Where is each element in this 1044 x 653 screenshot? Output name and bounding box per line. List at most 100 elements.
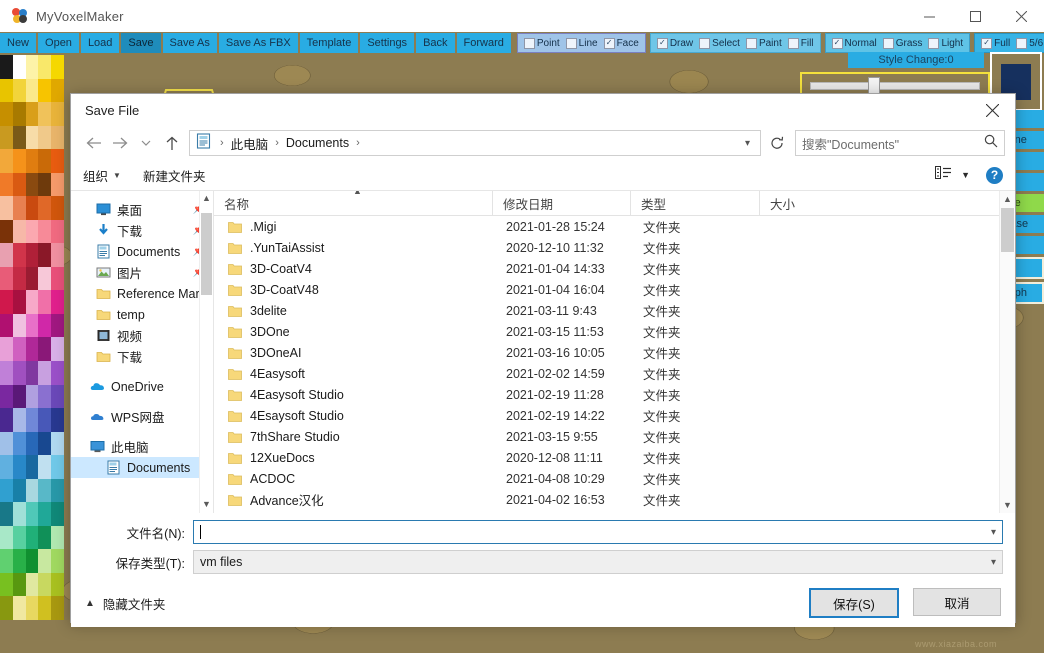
toolbar-button-save[interactable]: Save [121,33,160,53]
sidebar-item-documents[interactable]: Documents📌 [71,241,213,262]
palette-swatch[interactable] [51,267,64,291]
palette-swatch[interactable] [13,149,26,173]
checkbox-fill[interactable]: Fill [788,38,814,49]
palette-swatch[interactable] [13,243,26,267]
palette-swatch[interactable] [51,385,64,409]
toolbar-button-settings[interactable]: Settings [360,33,414,53]
column-header-type[interactable]: 类型 [631,191,760,215]
palette-swatch[interactable] [13,267,26,291]
chevron-down-icon[interactable]: ▾ [991,557,996,568]
table-row[interactable]: ACDOC2021-04-08 10:29文件夹 [214,468,1015,489]
palette-swatch[interactable] [13,479,26,503]
palette-swatch[interactable] [51,432,64,456]
palette-swatch[interactable] [26,196,39,220]
palette-swatch[interactable] [13,502,26,526]
palette-swatch[interactable] [13,385,26,409]
palette-swatch[interactable] [51,290,64,314]
palette-swatch[interactable] [38,220,51,244]
save-button[interactable]: 保存(S) [809,588,899,618]
checkbox-full[interactable]: ✓Full [981,38,1010,49]
palette-swatch[interactable] [38,408,51,432]
file-list[interactable]: 名称 ▲ 修改日期 类型 大小 .Migi2021-01-28 15:24文件夹… [213,191,1015,513]
palette-swatch[interactable] [51,596,64,620]
palette-swatch[interactable] [38,314,51,338]
palette-swatch[interactable] [51,502,64,526]
palette-swatch[interactable] [26,126,39,150]
checkbox-light[interactable]: Light [928,38,963,49]
palette-swatch[interactable] [13,314,26,338]
breadcrumb-documents[interactable]: Documents [284,136,351,150]
palette-swatch[interactable] [38,102,51,126]
palette-swatch[interactable] [13,526,26,550]
sidebar-item-下载[interactable]: 下载 [71,346,213,367]
chevron-down-icon[interactable]: ▾ [739,138,756,149]
view-layout-icon[interactable] [935,166,951,184]
palette-swatch[interactable] [26,408,39,432]
filename-input[interactable]: ▾ [193,520,1003,544]
palette-swatch[interactable] [13,79,26,103]
palette-swatch[interactable] [26,314,39,338]
sidebar-item-下载[interactable]: 下载📌 [71,220,213,241]
table-row[interactable]: 3DOne2021-03-15 11:53文件夹 [214,321,1015,342]
palette-swatch[interactable] [13,55,26,79]
palette-swatch[interactable] [38,596,51,620]
palette-swatch[interactable] [0,385,13,409]
palette-swatch[interactable] [0,290,13,314]
palette-swatch[interactable] [26,549,39,573]
palette-swatch[interactable] [26,290,39,314]
checkbox-normal[interactable]: ✓Normal [832,38,877,49]
palette-swatch[interactable] [13,337,26,361]
hide-folders-toggle[interactable]: ▲ 隐藏文件夹 [85,594,165,613]
forward-arrow-icon[interactable] [107,130,133,156]
palette-swatch[interactable] [0,479,13,503]
palette-swatch[interactable] [38,385,51,409]
palette-swatch[interactable] [26,337,39,361]
checkbox-box[interactable]: ✓ [981,38,992,49]
address-bar[interactable]: › 此电脑 › Documents › ▾ [189,130,761,156]
checkbox-box[interactable] [928,38,939,49]
new-folder-button[interactable]: 新建文件夹 [143,166,206,185]
palette-swatch[interactable] [0,408,13,432]
checkbox-box[interactable] [788,38,799,49]
palette-swatch[interactable] [26,455,39,479]
palette-swatch[interactable] [51,455,64,479]
toolbar-button-load[interactable]: Load [81,33,119,53]
palette-swatch[interactable] [26,149,39,173]
palette-swatch[interactable] [0,102,13,126]
maximize-icon[interactable] [952,0,998,32]
palette-swatch[interactable] [13,102,26,126]
checkbox-paint[interactable]: Paint [746,38,782,49]
palette-swatch[interactable] [38,79,51,103]
checkbox-draw[interactable]: ✓Draw [657,38,693,49]
checkbox-box[interactable]: ✓ [832,38,843,49]
sidebar-item-桌面[interactable]: 桌面📌 [71,199,213,220]
palette-swatch[interactable] [0,196,13,220]
palette-swatch[interactable] [0,455,13,479]
checkbox-box[interactable]: ✓ [604,38,615,49]
palette-swatch[interactable] [13,432,26,456]
palette-swatch[interactable] [13,573,26,597]
close-icon[interactable] [969,95,1015,125]
close-icon[interactable] [998,0,1044,32]
sidebar-scroll-thumb[interactable] [201,213,212,295]
palette-swatch[interactable] [13,408,26,432]
sidebar-item-onedrive[interactable]: OneDrive [71,376,213,397]
table-row[interactable]: 4Esaysoft Studio2021-02-19 14:22文件夹 [214,405,1015,426]
color-palette[interactable] [0,55,64,620]
checkbox-box[interactable] [566,38,577,49]
toolbar-button-save-as-fbx[interactable]: Save As FBX [219,33,298,53]
palette-swatch[interactable] [0,126,13,150]
palette-swatch[interactable] [38,267,51,291]
palette-swatch[interactable] [0,243,13,267]
palette-swatch[interactable] [26,385,39,409]
palette-swatch[interactable] [51,55,64,79]
checkbox-box[interactable] [746,38,757,49]
toolbar-button-forward[interactable]: Forward [457,33,511,53]
palette-swatch[interactable] [26,432,39,456]
palette-swatch[interactable] [13,596,26,620]
palette-swatch[interactable] [38,432,51,456]
palette-swatch[interactable] [38,573,51,597]
checkbox-box[interactable] [699,38,710,49]
palette-swatch[interactable] [26,55,39,79]
search-input[interactable]: 搜索"Documents" [795,130,1005,156]
